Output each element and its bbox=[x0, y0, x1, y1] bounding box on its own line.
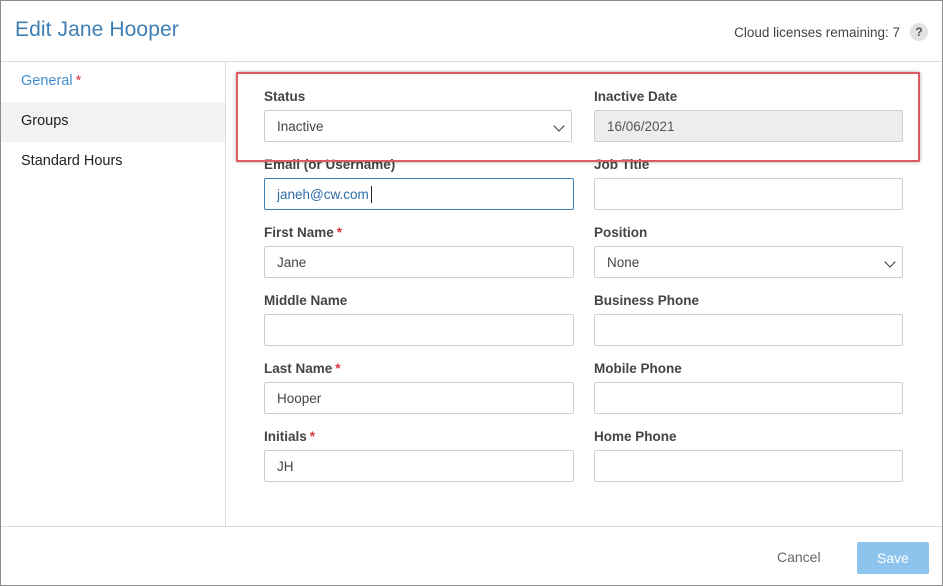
email-value: janeh@cw.com bbox=[277, 187, 369, 202]
sidebar-item-label: General bbox=[21, 73, 73, 89]
sidebar-item-groups[interactable]: Groups bbox=[1, 102, 225, 142]
inactive-date-label: Inactive Date bbox=[594, 89, 678, 104]
dialog-title: Edit Jane Hooper bbox=[15, 18, 179, 41]
save-button[interactable]: Save bbox=[857, 542, 929, 574]
business-phone-field[interactable] bbox=[594, 314, 903, 346]
required-marker: * bbox=[336, 225, 343, 240]
last-name-label: Last Name * bbox=[264, 361, 341, 376]
position-label: Position bbox=[594, 225, 648, 240]
text-cursor bbox=[371, 186, 372, 203]
job-title-label: Job Title bbox=[594, 157, 650, 172]
email-field[interactable]: janeh@cw.com bbox=[264, 178, 574, 210]
first-name-label-text: First Name bbox=[264, 225, 334, 240]
required-marker: * bbox=[309, 429, 316, 444]
mobile-phone-label: Mobile Phone bbox=[594, 361, 682, 376]
last-name-field[interactable]: Hooper bbox=[264, 382, 574, 414]
required-marker: * bbox=[75, 73, 82, 89]
sidebar-item-label: Groups bbox=[21, 113, 69, 129]
first-name-value: Jane bbox=[277, 255, 307, 270]
dialog-header: Edit Jane Hooper Cloud licenses remainin… bbox=[1, 1, 942, 62]
help-icon[interactable]: ? bbox=[910, 23, 928, 41]
position-select[interactable]: None bbox=[594, 246, 903, 278]
home-phone-label: Home Phone bbox=[594, 429, 677, 444]
first-name-label: First Name * bbox=[264, 225, 342, 240]
business-phone-label: Business Phone bbox=[594, 293, 700, 308]
dialog-footer: Cancel Save bbox=[1, 526, 942, 586]
cloud-licenses-text: Cloud licenses remaining: 7 bbox=[734, 25, 900, 40]
sidebar-item-standard-hours[interactable]: Standard Hours bbox=[1, 142, 225, 182]
middle-name-field[interactable] bbox=[264, 314, 574, 346]
inactive-date-field[interactable]: 16/06/2021 bbox=[594, 110, 903, 142]
status-label: Status bbox=[264, 89, 306, 104]
chevron-down-icon bbox=[884, 256, 896, 268]
sidebar: General * Groups Standard Hours bbox=[1, 62, 226, 526]
initials-label-text: Initials bbox=[264, 429, 307, 444]
initials-label: Initials * bbox=[264, 429, 315, 444]
status-value: Inactive bbox=[277, 119, 324, 134]
email-label: Email (or Username) bbox=[264, 157, 396, 172]
cancel-button[interactable]: Cancel bbox=[777, 549, 821, 565]
chevron-down-icon bbox=[553, 120, 565, 132]
home-phone-field[interactable] bbox=[594, 450, 903, 482]
inactive-date-value: 16/06/2021 bbox=[607, 119, 675, 134]
last-name-value: Hooper bbox=[277, 391, 322, 406]
job-title-field[interactable] bbox=[594, 178, 903, 210]
initials-value: JH bbox=[277, 459, 294, 474]
sidebar-item-general[interactable]: General * bbox=[1, 62, 225, 102]
sidebar-item-label: Standard Hours bbox=[21, 153, 123, 169]
middle-name-label: Middle Name bbox=[264, 293, 348, 308]
status-select[interactable]: Inactive bbox=[264, 110, 572, 142]
last-name-label-text: Last Name bbox=[264, 361, 333, 376]
edit-user-dialog: Edit Jane Hooper Cloud licenses remainin… bbox=[0, 0, 943, 586]
initials-field[interactable]: JH bbox=[264, 450, 574, 482]
required-marker: * bbox=[335, 361, 341, 376]
mobile-phone-field[interactable] bbox=[594, 382, 903, 414]
position-value: None bbox=[607, 255, 640, 270]
first-name-field[interactable]: Jane bbox=[264, 246, 574, 278]
